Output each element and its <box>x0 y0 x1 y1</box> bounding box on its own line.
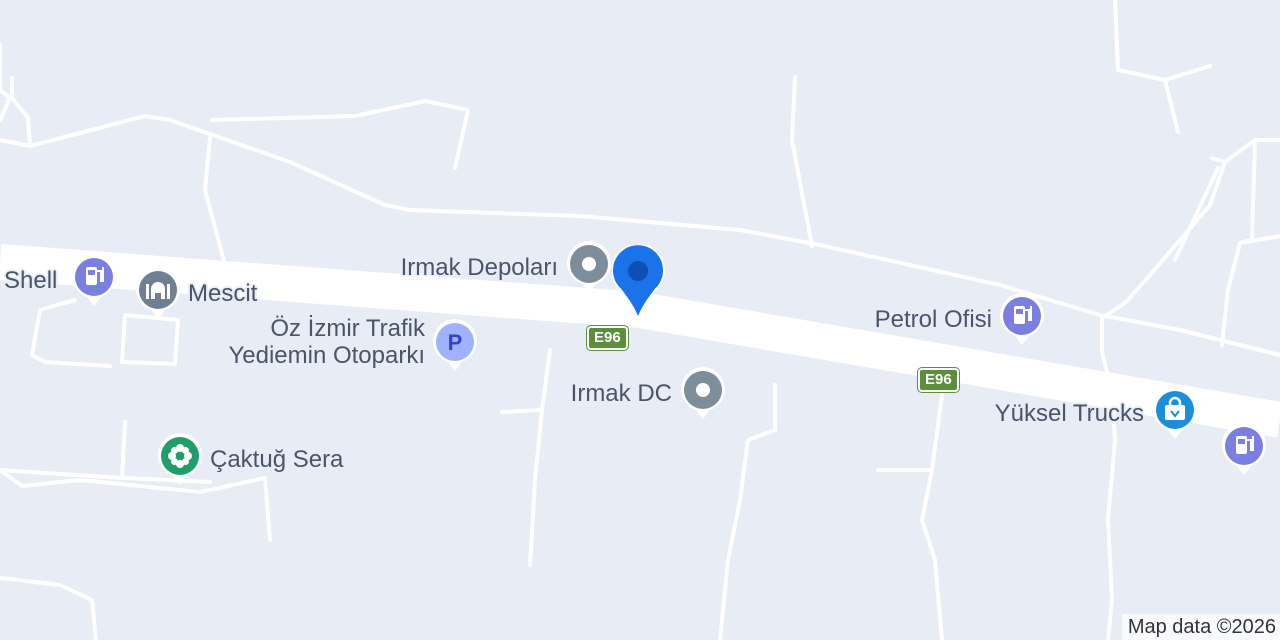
poi-shell-pin[interactable] <box>70 253 118 307</box>
highway-shield-e96: E96 <box>917 367 960 393</box>
gas-station-icon <box>1000 293 1044 345</box>
poi-caktug-sera-label[interactable]: Çaktuğ Sera <box>210 447 343 473</box>
shopping-bag-icon <box>1153 387 1197 439</box>
selected-location-marker[interactable] <box>611 243 668 323</box>
poi-irmak-dc-pin[interactable] <box>679 366 727 420</box>
poi-gas-station-pin[interactable] <box>1220 422 1268 476</box>
poi-yuksel-trucks-pin[interactable] <box>1151 386 1199 440</box>
map-attribution[interactable]: Map data ©2026 <box>1121 614 1280 640</box>
highway-shield-e96: E96 <box>586 325 629 351</box>
poi-mescit-label[interactable]: Mescit <box>188 281 257 307</box>
poi-petrol-ofisi-label[interactable]: Petrol Ofisi <box>875 307 992 333</box>
poi-caktug-sera-pin[interactable] <box>156 432 204 486</box>
poi-oz-izmir-label[interactable]: Öz İzmir Trafik <box>270 316 425 342</box>
poi-irmak-dc-label[interactable]: Irmak DC <box>571 381 672 407</box>
poi-shell-label[interactable]: Shell <box>4 268 57 294</box>
poi-irmak-depolari-pin[interactable] <box>565 240 613 294</box>
map-canvas[interactable]: E96 E96 Shell Mescit P Öz İzmir Trafik Y… <box>0 0 1280 640</box>
poi-yuksel-trucks-label[interactable]: Yüksel Trucks <box>995 401 1144 427</box>
poi-mescit-pin[interactable] <box>134 266 182 320</box>
svg-text:P: P <box>448 330 463 355</box>
flower-icon <box>158 433 202 485</box>
location-marker-icon <box>611 243 665 323</box>
place-dot-icon <box>681 367 725 419</box>
poi-petrol-ofisi-pin[interactable] <box>998 292 1046 346</box>
place-dot-icon <box>567 241 611 293</box>
parking-icon: P <box>433 319 477 371</box>
poi-irmak-depolari-label[interactable]: Irmak Depoları <box>401 255 558 281</box>
gas-station-icon <box>1222 423 1266 475</box>
gas-station-icon <box>72 254 116 306</box>
poi-oz-izmir-label-line2[interactable]: Yediemin Otoparkı <box>228 343 425 369</box>
mosque-icon <box>136 267 180 319</box>
poi-oz-izmir-pin[interactable]: P <box>431 318 479 372</box>
